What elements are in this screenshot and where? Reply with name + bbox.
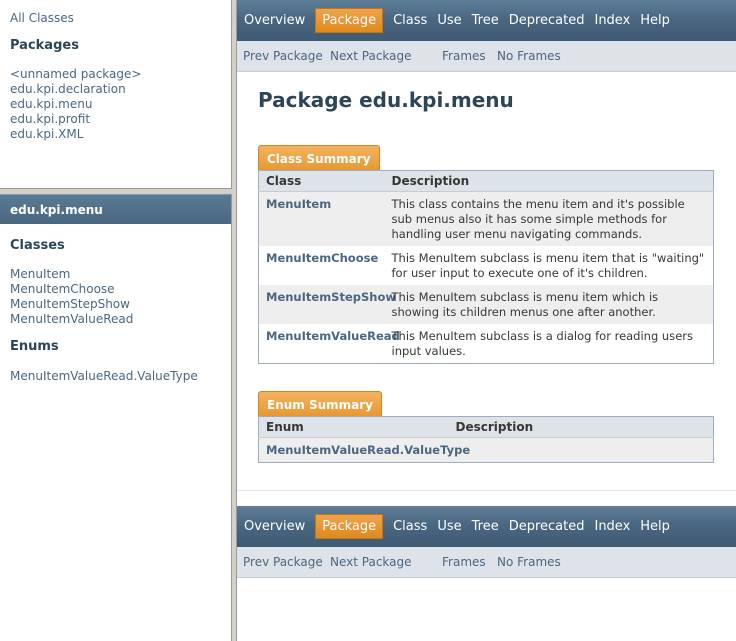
package-link-profit[interactable]: edu.kpi.profit — [10, 112, 90, 126]
class-row-link-menuitem[interactable]: MenuItem — [266, 197, 331, 211]
nav-class: Class — [393, 13, 428, 28]
prev-package-link[interactable]: Prev Package — [243, 41, 323, 71]
no-frames-link[interactable]: No Frames — [497, 41, 561, 71]
nav-index[interactable]: Index — [594, 9, 630, 32]
package-link-xml[interactable]: edu.kpi.XML — [10, 127, 83, 141]
bottom-next-package-link[interactable]: Next Package — [330, 547, 412, 577]
class-summary-table: Class Description MenuItem This class co… — [258, 170, 714, 364]
class-link-menuitemstepshow[interactable]: MenuItemStepShow — [10, 297, 130, 311]
classes-heading: Classes — [10, 238, 65, 253]
all-classes-link[interactable]: All Classes — [10, 11, 74, 25]
class-row-link-menuitemstepshow[interactable]: MenuItemStepShow — [266, 290, 396, 304]
enum-link-valuetype[interactable]: MenuItemValueRead.ValueType — [10, 369, 198, 383]
package-title-bar[interactable]: edu.kpi.menu — [0, 194, 231, 224]
enum-column-header: Enum — [258, 416, 449, 438]
content-divider — [237, 490, 736, 491]
enum-list: MenuItemValueRead.ValueType — [10, 369, 198, 384]
table-row: MenuItemChoose This MenuItem subclass is… — [258, 246, 714, 285]
enum-row-description — [448, 437, 714, 463]
class-row-description: This class contains the menu item and it… — [384, 191, 714, 246]
bottom-nav-use: Use — [437, 519, 462, 534]
table-row: MenuItem This class contains the menu it… — [258, 191, 714, 246]
nav-use: Use — [437, 13, 462, 28]
class-row-link-menuitemvalueread[interactable]: MenuItemValueRead — [266, 329, 400, 343]
bottom-nav-tree[interactable]: Tree — [472, 515, 499, 538]
packages-frame: All Classes Packages <unnamed package> e… — [0, 0, 232, 189]
bottom-navbar: Overview Package Class Use Tree Deprecat… — [237, 506, 736, 548]
bottom-nav-class: Class — [393, 519, 428, 534]
frames-link[interactable]: Frames — [442, 41, 486, 71]
nav-tree[interactable]: Tree — [472, 9, 499, 32]
nav-deprecated[interactable]: Deprecated — [509, 9, 585, 32]
next-package-link[interactable]: Next Package — [330, 41, 412, 71]
page-title: Package edu.kpi.menu — [258, 88, 514, 112]
top-navbar: Overview Package Class Use Tree Deprecat… — [237, 0, 736, 42]
package-link-menu[interactable]: edu.kpi.menu — [10, 97, 92, 111]
class-list: MenuItem MenuItemChoose MenuItemStepShow… — [10, 267, 133, 327]
bottom-frames-link[interactable]: Frames — [442, 547, 486, 577]
class-summary-caption: Class Summary — [258, 145, 380, 170]
top-subnav: Prev Package Next Package Frames No Fram… — [237, 41, 736, 72]
bottom-nav-help[interactable]: Help — [640, 515, 670, 538]
class-link-menuitemchoose[interactable]: MenuItemChoose — [10, 282, 115, 296]
package-list: <unnamed package> edu.kpi.declaration ed… — [10, 67, 141, 142]
class-row-description: This MenuItem subclass is a dialog for r… — [384, 324, 714, 364]
nav-overview[interactable]: Overview — [244, 9, 305, 32]
bottom-subnav: Prev Package Next Package Frames No Fram… — [237, 547, 736, 578]
bottom-nav-package[interactable]: Package — [315, 514, 384, 539]
bottom-nav-deprecated[interactable]: Deprecated — [509, 515, 585, 538]
enum-summary-table: Enum Description MenuItemValueRead.Value… — [258, 416, 714, 463]
description-column-header: Description — [384, 170, 714, 192]
nav-package[interactable]: Package — [315, 8, 384, 33]
enums-heading: Enums — [10, 339, 59, 354]
nav-help[interactable]: Help — [640, 9, 670, 32]
enum-description-column-header: Description — [448, 416, 714, 438]
bottom-nav-index[interactable]: Index — [594, 515, 630, 538]
package-link-declaration[interactable]: edu.kpi.declaration — [10, 82, 126, 96]
class-row-description: This MenuItem subclass is menu item that… — [384, 246, 714, 285]
packages-heading: Packages — [10, 38, 79, 53]
class-row-description: This MenuItem subclass is menu item whic… — [384, 285, 714, 324]
table-row: MenuItemValueRead.ValueType — [258, 437, 714, 463]
enum-row-link-valuetype[interactable]: MenuItemValueRead.ValueType — [266, 443, 470, 457]
bottom-no-frames-link[interactable]: No Frames — [497, 547, 561, 577]
bottom-prev-package-link[interactable]: Prev Package — [243, 547, 323, 577]
bottom-nav-overview[interactable]: Overview — [244, 515, 305, 538]
table-row: MenuItemValueRead This MenuItem subclass… — [258, 324, 714, 364]
class-column-header: Class — [258, 170, 385, 192]
class-link-menuitem[interactable]: MenuItem — [10, 267, 70, 281]
classes-frame: edu.kpi.menu Classes MenuItem MenuItemCh… — [0, 194, 232, 641]
enum-summary-caption: Enum Summary — [258, 391, 382, 416]
class-link-menuitemvalueread[interactable]: MenuItemValueRead — [10, 312, 133, 326]
table-row: MenuItemStepShow This MenuItem subclass … — [258, 285, 714, 324]
class-row-link-menuitemchoose[interactable]: MenuItemChoose — [266, 251, 378, 265]
main-frame: Overview Package Class Use Tree Deprecat… — [236, 0, 736, 641]
package-link-unnamed[interactable]: <unnamed package> — [10, 67, 141, 81]
